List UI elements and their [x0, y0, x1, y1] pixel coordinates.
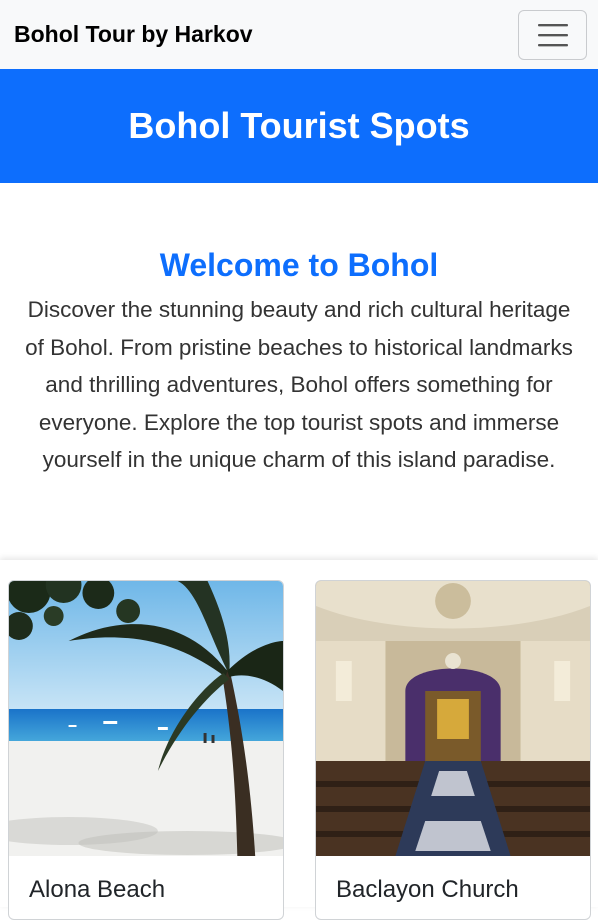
welcome-section: Welcome to Bohol Discover the stunning b…	[0, 183, 598, 479]
spot-card-alona-beach[interactable]: Alona Beach	[8, 580, 284, 920]
welcome-heading: Welcome to Bohol	[159, 247, 439, 283]
page-banner: Bohol Tourist Spots	[0, 69, 598, 183]
spot-card-title: Alona Beach	[29, 876, 166, 903]
navbar-brand[interactable]: Bohol Tour by Harkov	[14, 21, 253, 48]
spot-card-baclayon-church[interactable]: Baclayon Church	[315, 580, 591, 920]
welcome-text: Discover the stunning beauty and rich cu…	[12, 291, 586, 479]
welcome-line: and thrilling adventures, Bohol offers s…	[45, 372, 553, 397]
welcome-line: of Bohol. From pristine beaches to histo…	[25, 334, 573, 360]
welcome-line: Discover the stunning beauty and rich cu…	[27, 297, 571, 322]
navbar-toggle-button[interactable]	[518, 9, 587, 60]
alona-beach-image	[9, 581, 283, 856]
welcome-line: yourself in the unique charm of this isl…	[42, 447, 556, 472]
welcome-line: everyone. Explore the top tourist spots …	[38, 409, 560, 435]
tourist-spots-section: Alona Beach Baclayon Church	[0, 560, 598, 920]
navbar: Bohol Tour by Harkov	[0, 0, 598, 69]
spot-card-title: Baclayon Church	[336, 876, 519, 903]
baclayon-church-image	[316, 581, 590, 856]
hamburger-menu-icon	[537, 23, 568, 46]
page-title: Bohol Tourist Spots	[128, 105, 470, 146]
